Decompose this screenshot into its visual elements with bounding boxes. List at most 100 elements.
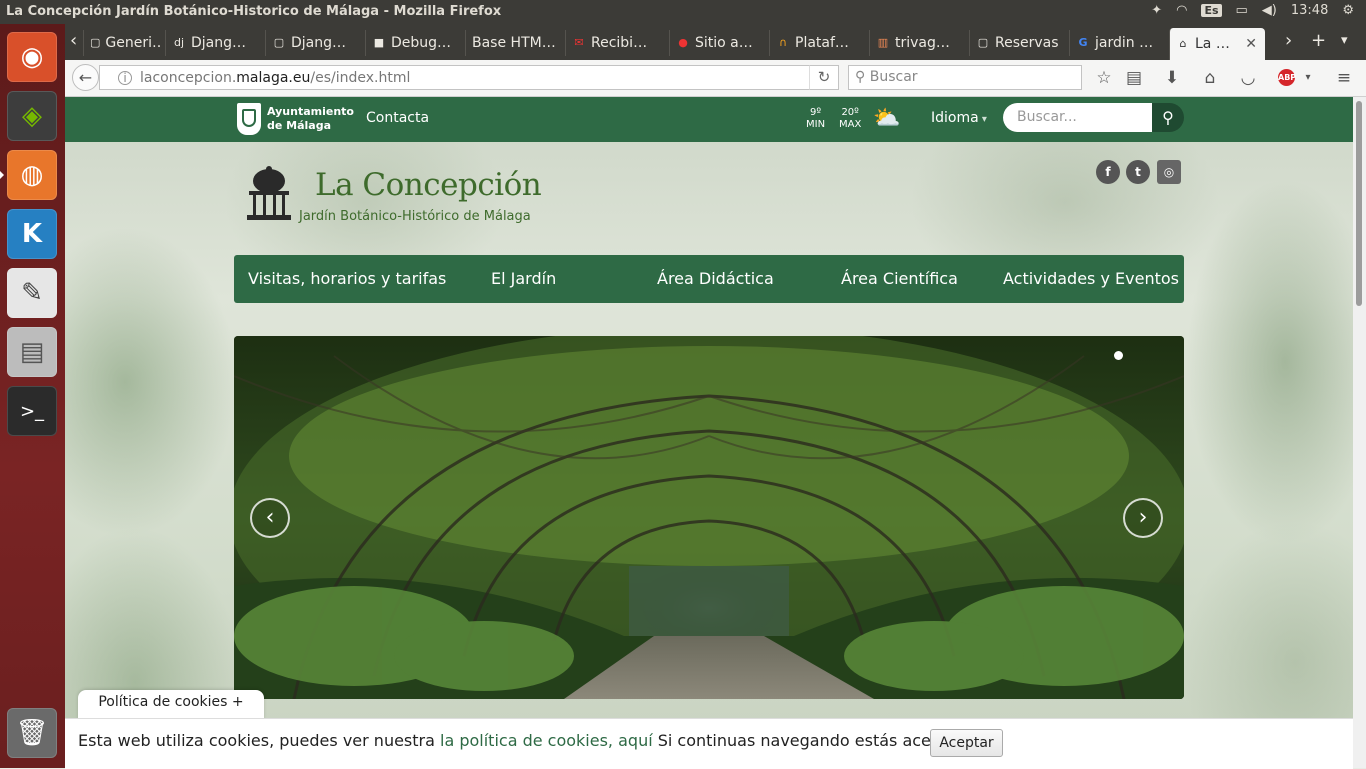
temperature-min: 9º MIN — [806, 107, 825, 131]
bookmark-star-icon[interactable]: ☆ — [1093, 67, 1115, 89]
page-icon: ▢ — [977, 36, 989, 49]
close-tab-icon[interactable]: ✕ — [1245, 36, 1257, 52]
battery-icon[interactable]: ▭ — [1236, 3, 1248, 18]
browser-tab[interactable]: ∩ Plataf… — [769, 30, 865, 56]
browser-search-input[interactable]: ⚲ Buscar — [848, 65, 1082, 90]
ayuntamiento-line-2: de Málaga — [267, 119, 332, 132]
twitter-icon[interactable]: t — [1126, 160, 1150, 184]
carousel-prev-button[interactable]: ‹ — [250, 498, 290, 538]
gmail-icon: ✉ — [574, 36, 584, 49]
menu-hamburger-icon[interactable]: ≡ — [1333, 67, 1355, 89]
browser-tab[interactable]: ▢ Djang… — [265, 30, 361, 56]
browser-tab[interactable]: Gjardin … — [1069, 30, 1169, 56]
facebook-icon[interactable]: f — [1096, 160, 1120, 184]
instagram-icon[interactable]: ◎ — [1157, 160, 1181, 184]
clock[interactable]: 13:48 — [1291, 3, 1328, 18]
partly-cloudy-icon: ⛅ — [873, 106, 901, 131]
dropbox-icon[interactable]: ✦ — [1151, 3, 1162, 18]
arrow-left-icon: ← — [78, 68, 93, 87]
gazebo-logo-icon — [247, 166, 291, 220]
downloads-icon[interactable]: ⬇ — [1161, 67, 1183, 89]
reading-list-icon[interactable]: ▤ — [1123, 67, 1145, 89]
trivago-icon: ▥ — [877, 36, 889, 49]
scrollbar-thumb[interactable] — [1356, 101, 1362, 306]
language-dropdown[interactable]: Idioma — [931, 110, 987, 126]
page-scrollbar[interactable] — [1353, 97, 1366, 768]
site-name: La Concepción — [315, 167, 542, 203]
volume-icon[interactable]: ◀) — [1262, 3, 1277, 18]
cookie-message-text: Esta web utiliza cookies, puedes ver nue… — [78, 731, 440, 750]
city-shield-icon — [237, 103, 261, 135]
browser-tab[interactable]: ▢ Generi… — [83, 30, 161, 56]
chevron-right-icon: › — [1138, 505, 1148, 530]
scroll-tabs-left-icon[interactable]: ‹ — [70, 30, 77, 51]
adblock-dropdown-icon[interactable]: ▾ — [1297, 67, 1319, 89]
tab-label: Sitio a… — [695, 35, 753, 51]
nvidia-icon[interactable]: ◈ — [7, 91, 57, 141]
platform-icon: ∩ — [778, 36, 788, 49]
text-editor-icon[interactable]: ✎ — [7, 268, 57, 318]
tab-label: La … — [1195, 36, 1230, 52]
tab-label: Base HTM… — [472, 35, 556, 51]
browser-navigation-toolbar: i laconcepcion. malaga.eu/es/index.html ←… — [65, 60, 1366, 97]
home-icon[interactable]: ⌂ — [1199, 67, 1221, 89]
tab-label: Generi… — [105, 35, 161, 51]
browser-tab[interactable]: ■ Debug… — [365, 30, 461, 56]
kde-connect-icon[interactable]: K — [7, 209, 57, 259]
scroll-tabs-right-icon[interactable]: › — [1285, 30, 1292, 51]
wifi-icon[interactable]: ◠ — [1176, 3, 1187, 18]
nav-visitas[interactable]: Visitas, horarios y tarifas — [248, 269, 446, 288]
carousel-next-button[interactable]: › — [1123, 498, 1163, 538]
file-manager-icon[interactable]: ▤ — [7, 327, 57, 377]
debug-icon: ■ — [373, 36, 385, 49]
list-all-tabs-icon[interactable]: ▾ — [1341, 33, 1348, 48]
tab-label: Recibi… — [591, 35, 648, 51]
unity-launcher: ◉ ◈ ◍ K ✎ ▤ >_ 🗑 — [0, 24, 65, 768]
browser-tab-active[interactable]: ⌂ La … ✕ — [1169, 28, 1265, 60]
carousel-indicators — [1114, 351, 1123, 360]
nav-el-jardin[interactable]: El Jardín — [491, 269, 556, 288]
search-icon: ⚲ — [855, 69, 870, 85]
nav-area-cientifica[interactable]: Área Científica — [841, 269, 958, 288]
search-icon: ⚲ — [1162, 108, 1174, 127]
page-icon: ▢ — [273, 36, 285, 49]
cookie-policy-link[interactable]: la política de cookies, aquí — [440, 731, 653, 750]
accept-cookies-button[interactable]: Aceptar — [930, 729, 1003, 757]
browser-tab[interactable]: dj Djang… — [165, 30, 261, 56]
browser-tab[interactable]: ▥ trivag… — [869, 30, 965, 56]
site-search-button[interactable]: ⚲ — [1152, 103, 1184, 132]
tab-label: Debug… — [391, 35, 452, 51]
browser-tab[interactable]: ● Sitio a… — [669, 30, 765, 56]
contact-link[interactable]: Contacta — [366, 110, 429, 126]
site-search-input[interactable]: Buscar... — [1003, 103, 1152, 132]
reload-button[interactable]: ↻ — [809, 65, 839, 90]
nav-area-didactica[interactable]: Área Didáctica — [657, 269, 774, 288]
adblock-plus-icon[interactable]: ABP — [1278, 69, 1296, 86]
new-tab-icon[interactable]: + — [1311, 30, 1326, 51]
back-button[interactable]: ← — [72, 64, 99, 91]
browser-tab-strip: ‹ ▢ Generi… dj Djang… ▢ Djang… ■ Debug… Base… — [65, 24, 1366, 60]
pocket-icon[interactable]: ◡ — [1237, 67, 1259, 89]
cookie-policy-tab[interactable]: Política de cookies + — [78, 690, 264, 720]
browser-tab[interactable]: ▢ Reservas — [969, 30, 1065, 56]
site-info-icon[interactable]: i — [118, 70, 132, 85]
browser-tab[interactable]: Base HTM… — [465, 30, 565, 56]
trash-icon[interactable]: 🗑 — [7, 708, 57, 758]
ubuntu-icon[interactable]: ◉ — [7, 32, 57, 82]
temp-max-value: 20º — [841, 107, 859, 118]
keyboard-layout-indicator[interactable]: Es — [1201, 4, 1222, 17]
nav-actividades-eventos[interactable]: Actividades y Eventos — [1003, 269, 1179, 288]
tab-label: jardin … — [1095, 35, 1154, 51]
ayuntamiento-logo[interactable]: Ayuntamiento de Málaga — [237, 103, 354, 135]
url-bar[interactable]: i laconcepcion. malaga.eu/es/index.html — [99, 65, 839, 90]
temp-min-label: MIN — [806, 119, 826, 130]
carousel-dot-active[interactable] — [1114, 351, 1123, 360]
tab-label: Plataf… — [795, 35, 849, 51]
power-gear-icon[interactable]: ⚙ — [1342, 3, 1354, 18]
firefox-icon[interactable]: ◍ — [0, 150, 57, 200]
google-icon: G — [1078, 36, 1088, 49]
page-icon: ▢ — [90, 36, 101, 49]
browser-tab[interactable]: ✉ Recibi… — [565, 30, 665, 56]
terminal-icon[interactable]: >_ — [7, 386, 57, 436]
reload-icon: ↻ — [817, 68, 831, 86]
